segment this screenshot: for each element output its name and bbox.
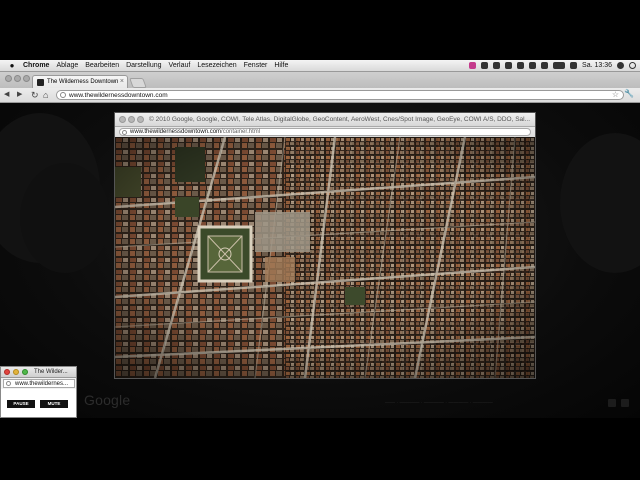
pause-button[interactable]: PAUSE	[7, 400, 35, 408]
globe-icon	[122, 130, 127, 135]
wrench-icon[interactable]: 🔧	[624, 89, 634, 98]
popup-title: © 2010 Google, Google, COWI, Tele Atlas,…	[149, 116, 531, 123]
window-minimize-button[interactable]	[14, 75, 21, 82]
popup-window: © 2010 Google, Google, COWI, Tele Atlas,…	[114, 112, 536, 379]
menu-fenster[interactable]: Fenster	[244, 62, 268, 69]
mute-button[interactable]: MUTE	[40, 400, 68, 408]
share-twitter-icon[interactable]	[621, 399, 629, 407]
popup-url-host: www.thewildernessdowntown.com	[130, 129, 222, 135]
tab-favicon-icon	[37, 78, 44, 86]
controller-window: The Wilder... www.thewildernes... PAUSE …	[0, 366, 77, 418]
controller-minimize-button[interactable]	[13, 369, 19, 375]
back-icon[interactable]: ◀	[4, 89, 9, 101]
timemachine-icon[interactable]	[493, 62, 501, 69]
aerial-map-image	[115, 137, 535, 378]
tab-close-icon[interactable]: ×	[120, 78, 124, 85]
menubar-status-area: Sa. 13:36	[469, 60, 636, 71]
popup-close-button[interactable]	[119, 116, 126, 123]
controller-url: www.thewildernes...	[15, 381, 69, 387]
menu-verlauf[interactable]: Verlauf	[169, 62, 191, 69]
popup-minimize-button[interactable]	[128, 116, 135, 123]
globe-icon	[60, 92, 66, 98]
screen: ● Chrome Ablage Bearbeiten Darstellung V…	[0, 60, 640, 418]
footer-links: —— · ———— · ———— · ———— · ————	[385, 400, 493, 406]
bluetooth-icon[interactable]	[517, 62, 525, 69]
reload-icon[interactable]: ↻	[31, 89, 39, 101]
browser-tab-bar: The Wilderness Downtown ×	[0, 72, 640, 88]
flag-icon[interactable]	[570, 62, 578, 69]
popup-zoom-button[interactable]	[137, 116, 144, 123]
sync-icon[interactable]	[505, 62, 513, 69]
menubar-clock[interactable]: Sa. 13:36	[582, 62, 612, 69]
background-tree-left-2	[20, 163, 110, 273]
google-logo: Google	[84, 392, 131, 408]
controller-title: The Wilder...	[34, 369, 68, 375]
battery-icon[interactable]	[553, 62, 566, 69]
menu-hilfe[interactable]: Hilfe	[274, 62, 288, 69]
home-icon[interactable]: ⌂	[43, 89, 48, 101]
window-close-button[interactable]	[5, 75, 12, 82]
browser-toolbar: ◀ ▶ ↻ ⌂ www.thewildernessdowntown.com ☆ …	[0, 88, 640, 103]
controller-body: PAUSE MUTE	[1, 389, 76, 417]
new-tab-button[interactable]	[129, 78, 147, 88]
spotlight-icon[interactable]	[629, 62, 636, 69]
popup-url-path: /container.html	[221, 129, 261, 135]
address-bar[interactable]: www.thewildernessdowntown.com ☆	[56, 90, 624, 100]
menu-darstellung[interactable]: Darstellung	[126, 62, 161, 69]
volume-icon[interactable]	[541, 62, 549, 69]
status-icon[interactable]	[481, 62, 489, 69]
user-icon[interactable]	[617, 62, 624, 69]
address-bar-url: www.thewildernessdowntown.com	[69, 92, 168, 99]
globe-icon	[6, 381, 11, 386]
menu-lesezeichen[interactable]: Lesezeichen	[197, 62, 236, 69]
browser-tab[interactable]: The Wilderness Downtown ×	[32, 75, 128, 88]
controller-url-field[interactable]: www.thewildernes...	[3, 379, 75, 388]
wifi-icon[interactable]	[529, 62, 537, 69]
bookmark-star-icon[interactable]: ☆	[612, 90, 619, 99]
share-facebook-icon[interactable]	[608, 399, 616, 407]
controller-titlebar[interactable]: The Wilder...	[1, 367, 76, 378]
controller-close-button[interactable]	[4, 369, 10, 375]
apple-icon[interactable]: ●	[5, 61, 19, 70]
background-tree-right	[560, 133, 640, 273]
window-zoom-button[interactable]	[23, 75, 30, 82]
mac-menubar: ● Chrome Ablage Bearbeiten Darstellung V…	[0, 60, 640, 72]
tab-title: The Wilderness Downtown	[47, 79, 119, 85]
aerial-map-view	[115, 137, 535, 378]
app-status-icon[interactable]	[469, 62, 477, 69]
menu-app-chrome[interactable]: Chrome	[23, 62, 49, 69]
forward-icon[interactable]: ▶	[17, 89, 22, 101]
popup-address-field[interactable]: www.thewildernessdowntown.com/container.…	[119, 128, 531, 136]
popup-titlebar[interactable]: © 2010 Google, Google, COWI, Tele Atlas,…	[115, 113, 535, 127]
menu-bearbeiten[interactable]: Bearbeiten	[85, 62, 119, 69]
menu-ablage[interactable]: Ablage	[56, 62, 78, 69]
controller-zoom-button[interactable]	[22, 369, 28, 375]
